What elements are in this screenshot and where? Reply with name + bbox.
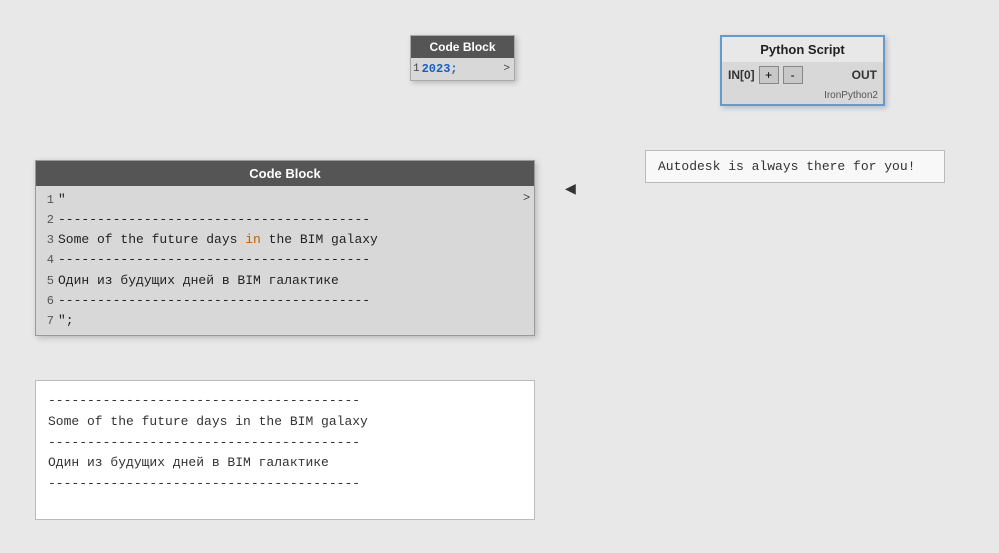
large-code-block-body: > 1 " 2 --------------------------------…	[36, 186, 534, 335]
small-code-block-body: 1 2023; >	[411, 58, 514, 80]
python-script-footer: IronPython2	[722, 88, 883, 104]
python-script-out-label: OUT	[852, 68, 877, 82]
code-content-7: ";	[58, 311, 74, 331]
python-script-minus-button[interactable]: -	[783, 66, 803, 84]
python-script-ports: IN[0] + - OUT	[722, 62, 883, 88]
line-num-4: 4	[38, 251, 54, 270]
output-line-2: Some of the future days in the BIM galax…	[48, 412, 522, 433]
code-line-4: 4 --------------------------------------…	[36, 250, 534, 270]
line-num-1: 1	[38, 191, 54, 210]
line-num-3: 3	[38, 231, 54, 250]
code-line-2: 2 --------------------------------------…	[36, 210, 534, 230]
large-code-block: Code Block > 1 " 2 ---------------------…	[35, 160, 535, 336]
code-content-1: "	[58, 190, 66, 210]
python-script-in-label: IN[0]	[728, 68, 755, 82]
cursor-indicator: ◀	[565, 178, 573, 192]
output-line-5: ----------------------------------------	[48, 474, 522, 495]
small-code-arrow[interactable]: >	[503, 63, 512, 75]
output-line-4: Один из будущих дней в BIM галактике	[48, 453, 522, 474]
large-code-block-header-text: Code Block	[249, 166, 321, 181]
keyword-in: in	[245, 232, 261, 247]
line-num-2: 2	[38, 211, 54, 230]
code-content-6: ----------------------------------------	[58, 291, 370, 311]
code-line-6: 6 --------------------------------------…	[36, 291, 534, 311]
code-line-5: 5 Один из будущих дней в BIM галактике	[36, 271, 534, 291]
output-text-area: ----------------------------------------…	[35, 380, 535, 520]
output-box: Autodesk is always there for you!	[645, 150, 945, 183]
output-line-3: ----------------------------------------	[48, 433, 522, 454]
small-code-block-header: Code Block	[411, 36, 514, 58]
code-line-1: 1 "	[36, 190, 534, 210]
code-content-2: ----------------------------------------	[58, 210, 370, 230]
small-code-block: Code Block 1 2023; >	[410, 35, 515, 81]
python-script-block: Python Script IN[0] + - OUT IronPython2	[720, 35, 885, 106]
large-code-block-header: Code Block	[36, 161, 534, 186]
code-line-7: 7 ";	[36, 311, 534, 331]
code-content-4: ----------------------------------------	[58, 250, 370, 270]
small-code-line-num: 1	[413, 63, 420, 75]
output-line-1: ----------------------------------------	[48, 391, 522, 412]
line-num-5: 5	[38, 272, 54, 291]
python-script-plus-button[interactable]: +	[759, 66, 779, 84]
line-num-6: 6	[38, 292, 54, 311]
small-code-value: 2023;	[422, 62, 458, 76]
line-num-7: 7	[38, 312, 54, 331]
large-code-arrow[interactable]: >	[523, 190, 530, 204]
code-line-3: 3 Some of the future days in the BIM gal…	[36, 230, 534, 250]
code-content-5: Один из будущих дней в BIM галактике	[58, 271, 339, 291]
output-box-text: Autodesk is always there for you!	[658, 159, 915, 174]
code-content-3: Some of the future days in the BIM galax…	[58, 230, 378, 250]
python-script-header: Python Script	[722, 37, 883, 62]
